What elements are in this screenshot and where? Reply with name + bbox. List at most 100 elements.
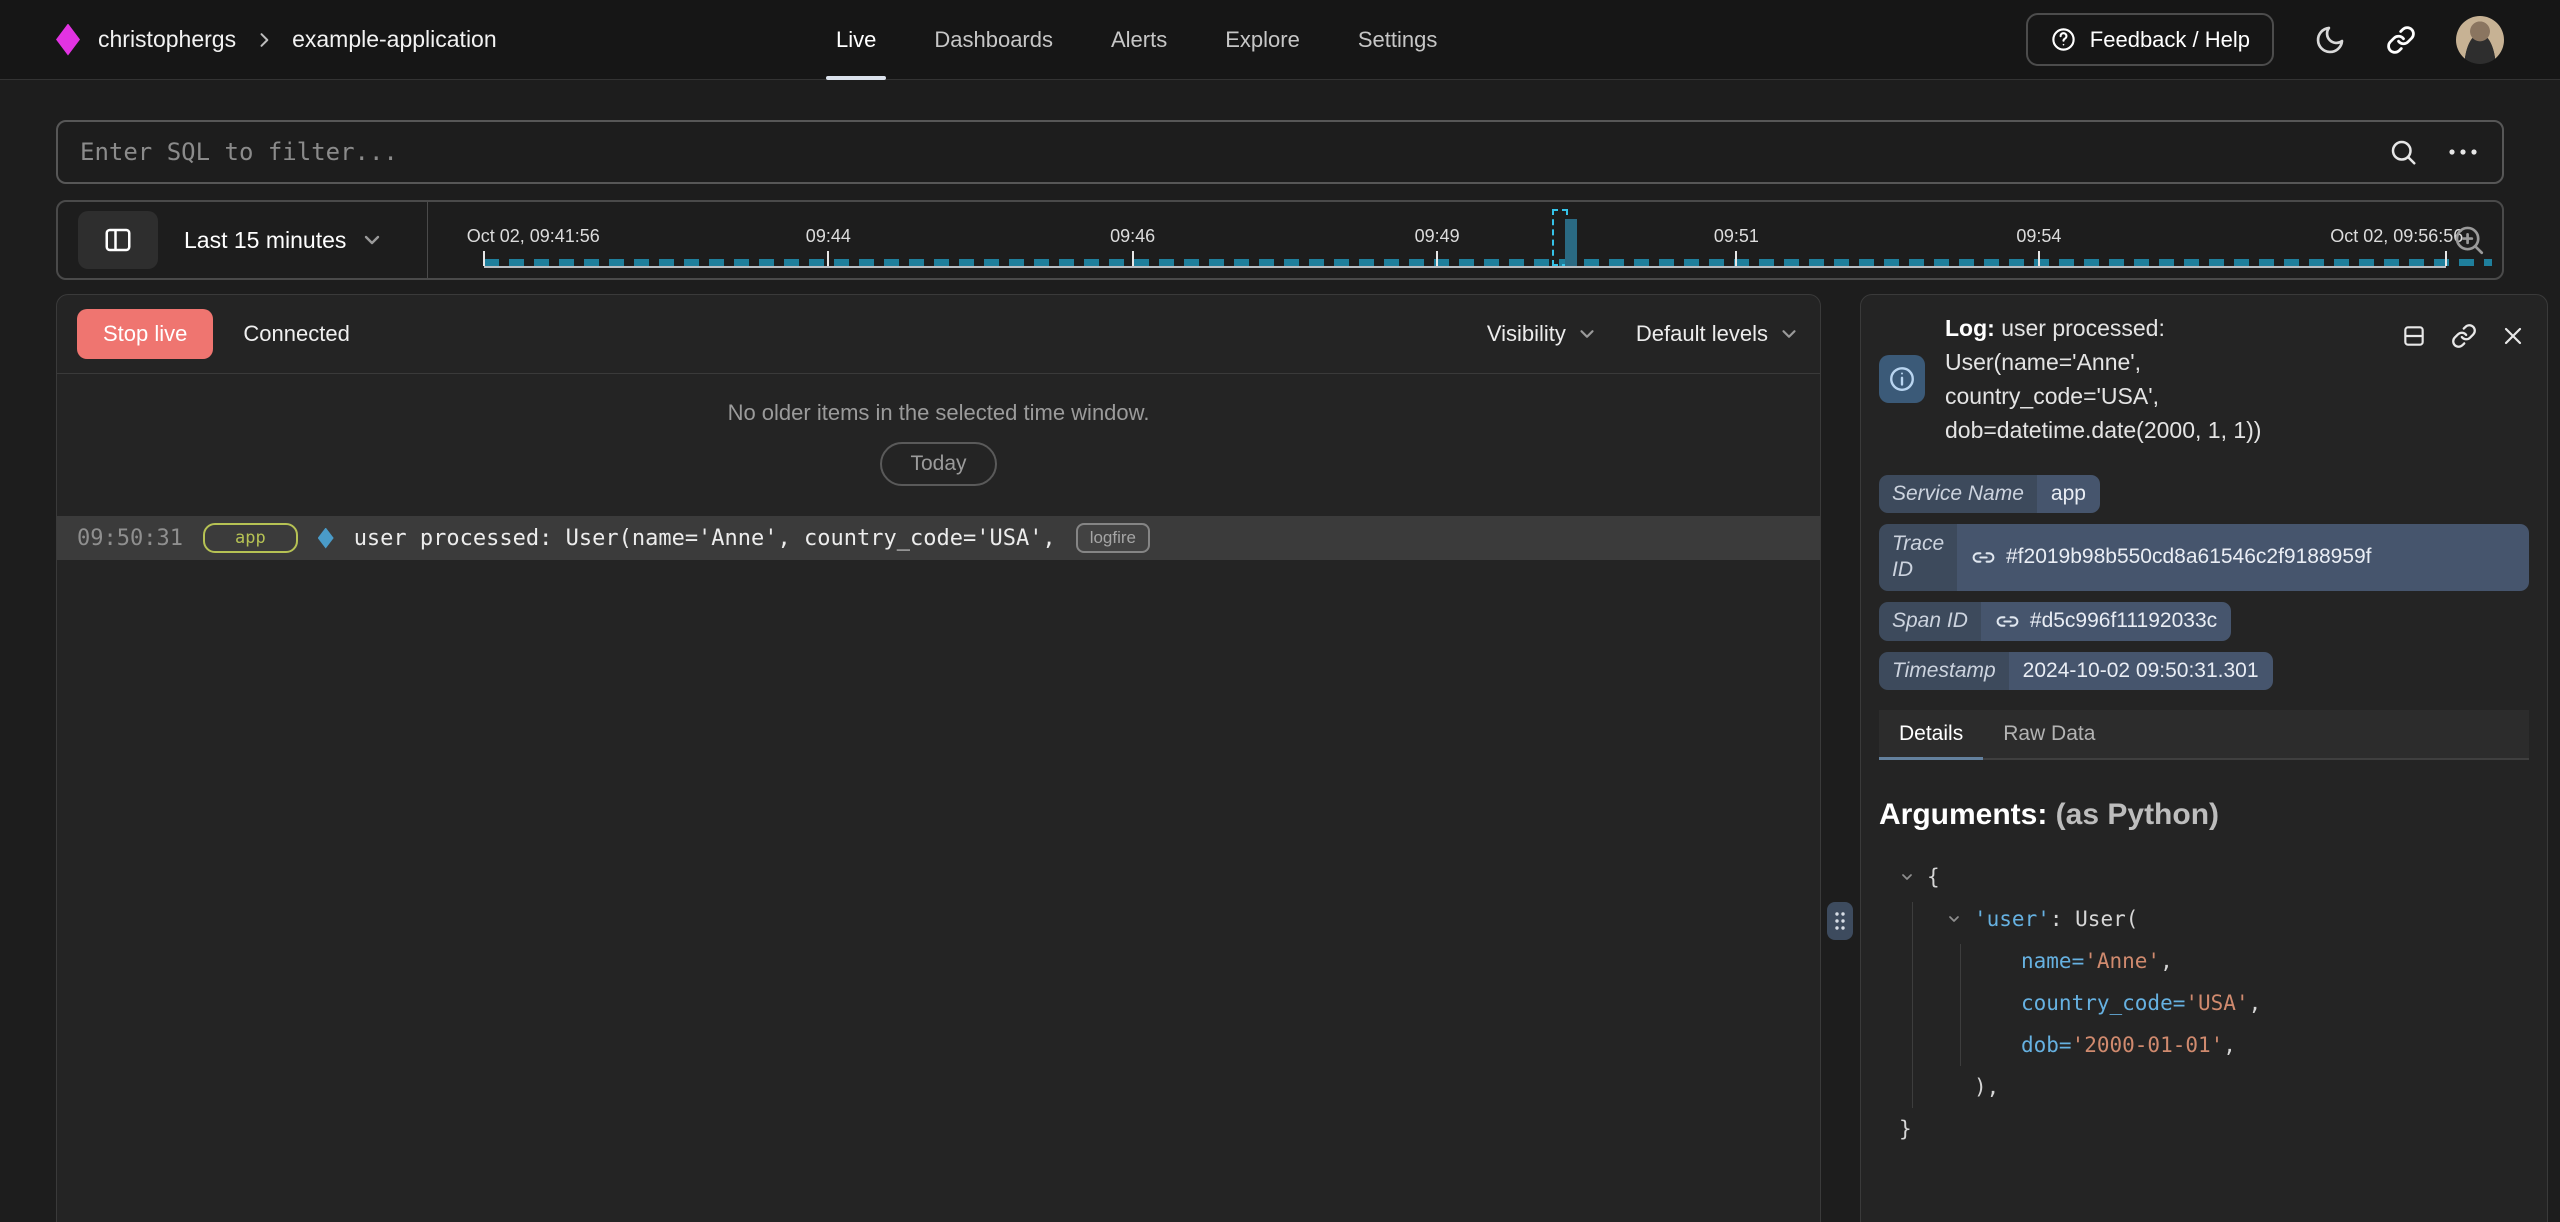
timeline-bar: Last 15 minutes Oct 02, 09:41:56 09:44 09:… (56, 200, 2504, 280)
arguments-mode-label: (as Python) (2047, 798, 2219, 831)
code-line: ), (1879, 1066, 2529, 1108)
code-punct: : (2050, 907, 2075, 931)
live-view-panel: Stop live Connected Visibility Default l… (56, 294, 1821, 1222)
chevron-down-icon[interactable] (1899, 869, 1915, 885)
link-icon (1995, 609, 2020, 634)
collapse-chevron-icon[interactable] (1899, 869, 1927, 885)
details-tabs: DetailsRaw Data (1879, 710, 2529, 760)
timeline-tick-label: 09:54 (2016, 226, 2061, 247)
timeline-activity-spike (1565, 219, 1577, 266)
field-span-id: Span ID #d5c996f11192033c (1879, 602, 2231, 641)
breadcrumb-separator-icon (254, 30, 274, 50)
info-icon (1879, 355, 1925, 403)
chevron-down-icon (1778, 323, 1800, 345)
details-header: Log: user processed: User(name='Anne', c… (1879, 311, 2529, 447)
live-view-dropdowns: Visibility Default levels (1487, 321, 1800, 347)
log-row[interactable]: 09:50:31 app user processed: User(name='… (57, 516, 1820, 560)
tab-explore[interactable]: Explore (1209, 0, 1316, 80)
timeline-tick (2445, 251, 2447, 266)
logfire-tag[interactable]: logfire (1076, 523, 1150, 553)
timeline-activity-dashes (484, 259, 2492, 266)
link-icon (2451, 323, 2477, 349)
link-icon (1971, 545, 1996, 570)
timeline-tick-label: 09:44 (806, 226, 851, 247)
code-punct: , (2249, 991, 2262, 1015)
tab-dashboards[interactable]: Dashboards (918, 0, 1069, 80)
service-badge[interactable]: app (203, 523, 298, 553)
default-levels-dropdown[interactable]: Default levels (1636, 321, 1800, 347)
field-value[interactable]: #f2019b98b550cd8a61546c2f9188959f (1957, 524, 2529, 591)
timeline-divider (427, 202, 428, 278)
code-line: { (1879, 856, 2529, 898)
logfire-logo-icon[interactable] (56, 24, 80, 56)
arguments-heading: Arguments: (as Python) (1879, 798, 2529, 832)
code-line: } (1879, 1108, 2529, 1150)
more-options-icon[interactable] (2446, 137, 2480, 167)
chevron-down-icon (360, 228, 384, 252)
feedback-help-label: Feedback / Help (2090, 27, 2250, 53)
theme-toggle-button[interactable] (2314, 24, 2346, 56)
nav-right: Feedback / Help (2026, 13, 2504, 66)
close-button[interactable] (2501, 324, 2525, 348)
zoom-in-icon (2452, 223, 2486, 257)
field-label: Timestamp (1879, 652, 2009, 690)
tab-details[interactable]: Details (1879, 710, 1983, 758)
close-icon (2501, 324, 2525, 348)
panel-resize-handle[interactable] (1827, 902, 1853, 940)
zoom-in-button[interactable] (2452, 223, 2486, 257)
timeline-tick (1436, 251, 1438, 266)
code-key: dob= (2021, 1033, 2072, 1057)
field-timestamp: Timestamp2024-10-02 09:50:31.301 (1879, 652, 2273, 690)
timeline-axis-line (484, 266, 2446, 268)
tab-alerts[interactable]: Alerts (1095, 0, 1183, 80)
collapse-chevron-icon[interactable] (1946, 911, 1974, 927)
feedback-help-button[interactable]: Feedback / Help (2026, 13, 2274, 66)
breadcrumb: christophergs example-application (56, 24, 820, 56)
split-view-button[interactable] (2401, 323, 2427, 349)
field-value[interactable]: #d5c996f11192033c (1981, 602, 2231, 641)
code-line: country_code='USA', (1879, 982, 2529, 1024)
code-line: dob='2000-01-01', (1879, 1024, 2529, 1066)
stop-live-button[interactable]: Stop live (77, 309, 213, 359)
timeline-tick-label: Oct 02, 09:41:56 (467, 226, 600, 247)
avatar[interactable] (2456, 16, 2504, 64)
link-icon (2386, 25, 2416, 55)
tab-raw-data[interactable]: Raw Data (1983, 710, 2115, 758)
field-value-text: app (2051, 482, 2086, 506)
sidebar-toggle-button[interactable] (78, 211, 158, 269)
breadcrumb-org[interactable]: christophergs (98, 26, 236, 53)
timeline-tick-label: Oct 02, 09:56:56 (2330, 226, 2463, 247)
timeline-tick (1735, 251, 1737, 266)
visibility-label: Visibility (1487, 321, 1566, 347)
timeline-tick (1132, 251, 1134, 266)
grip-dots-icon (1833, 910, 1847, 932)
visibility-dropdown[interactable]: Visibility (1487, 321, 1598, 347)
field-service-name: Service Nameapp (1879, 475, 2100, 513)
share-link-button[interactable] (2386, 25, 2416, 55)
copy-link-button[interactable] (2451, 323, 2477, 349)
timeline-tick-label: 09:49 (1415, 226, 1460, 247)
field-value: 2024-10-02 09:50:31.301 (2009, 652, 2273, 690)
log-details-panel: Log: user processed: User(name='Anne', c… (1860, 294, 2548, 1222)
timeline-tick (483, 251, 485, 266)
code-punct: , (2160, 949, 2173, 973)
timeline-tick-label: 09:46 (1110, 226, 1155, 247)
sql-filter-input[interactable] (80, 138, 2360, 166)
code-punct: { (1927, 865, 1940, 889)
time-range-dropdown[interactable]: Last 15 minutes (184, 227, 384, 254)
chevron-down-icon[interactable] (1946, 911, 1962, 927)
indent-guide (1912, 902, 1913, 1108)
today-button[interactable]: Today (880, 442, 996, 486)
default-levels-label: Default levels (1636, 321, 1768, 347)
tab-live[interactable]: Live (820, 0, 892, 80)
breadcrumb-project[interactable]: example-application (292, 26, 497, 53)
timeline-axis[interactable]: Oct 02, 09:41:5609:4409:4609:4909:5109:5… (484, 202, 2446, 278)
timeline-tick (2038, 251, 2040, 266)
top-nav: christophergs example-application Live Da… (0, 0, 2560, 80)
code-string: '2000-01-01' (2072, 1033, 2224, 1057)
tab-settings[interactable]: Settings (1342, 0, 1454, 80)
search-icon[interactable] (2388, 137, 2418, 167)
code-line: 'user': User( (1879, 898, 2529, 940)
log-timestamp: 09:50:31 (77, 526, 183, 551)
field-value-text: #f2019b98b550cd8a61546c2f9188959f (2006, 545, 2372, 569)
